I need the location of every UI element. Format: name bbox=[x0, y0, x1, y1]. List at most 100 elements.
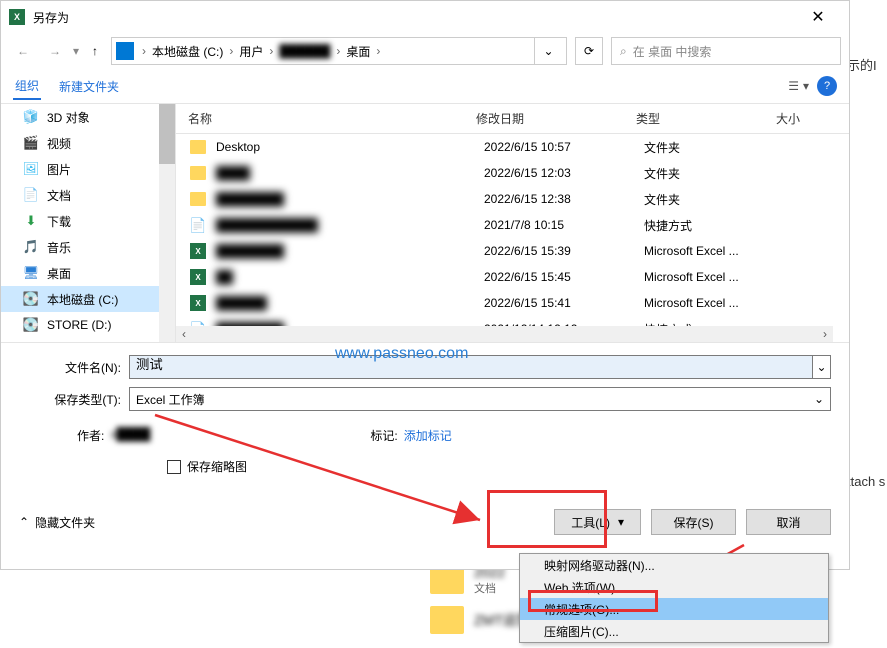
sidebar-item[interactable]: 🖼 图片 bbox=[1, 156, 175, 182]
sidebar-item[interactable]: 🎵音乐 bbox=[1, 234, 175, 260]
file-name: ████████ bbox=[216, 192, 484, 206]
shortcut-icon: 📄 bbox=[189, 217, 206, 234]
organize-button[interactable]: 组织 bbox=[13, 73, 41, 100]
background-text-right: 示的I ttach s bbox=[847, 55, 887, 489]
sidebar-icon: 🎵 bbox=[23, 239, 39, 255]
sidebar-icon: ⬇ bbox=[23, 213, 39, 229]
save-as-dialog: X 另存为 ✕ ← → ▾ ↑ › 本地磁盘 (C:) › 用户 › █████… bbox=[0, 0, 850, 570]
column-size[interactable]: 大小 bbox=[776, 110, 836, 127]
tags-add-link[interactable]: 添加标记 bbox=[404, 427, 452, 444]
column-type[interactable]: 类型 bbox=[636, 110, 776, 127]
breadcrumb-desktop[interactable]: 桌面 bbox=[342, 43, 374, 60]
file-name: ████ bbox=[216, 166, 484, 180]
column-name[interactable]: 名称 bbox=[176, 110, 476, 127]
sidebar: 🧊3D 对象 🎬 视频 🖼 图片 📄文档 ⬇ 下载 🎵音乐 🖥 桌面 💽 本地磁盘 (C:) 💽 STORE… bbox=[1, 104, 176, 342]
excel-icon: X bbox=[190, 269, 206, 285]
help-button[interactable]: ? bbox=[817, 76, 837, 96]
forward-button[interactable]: → bbox=[41, 37, 69, 65]
search-input[interactable]: ⌕ 在 桌面 中搜索 bbox=[611, 37, 841, 65]
file-row[interactable]: Desktop2022/6/15 10:57文件夹 bbox=[176, 134, 849, 160]
sidebar-label: 视频 bbox=[47, 135, 71, 152]
sidebar-scrollbar[interactable] bbox=[159, 104, 175, 342]
breadcrumb-user[interactable]: ██████ bbox=[275, 44, 334, 58]
author-label: 作者: bbox=[77, 427, 104, 444]
filename-input-wrap bbox=[129, 355, 813, 379]
sidebar-item[interactable]: 💽 STORE (D:) bbox=[1, 312, 175, 338]
filename-input[interactable] bbox=[136, 356, 806, 371]
view-options-button[interactable]: ☰▾ bbox=[788, 79, 809, 93]
file-date: 2021/7/8 10:15 bbox=[484, 218, 644, 232]
filename-dropdown[interactable]: ⌄ bbox=[813, 355, 831, 379]
file-type: 文件夹 bbox=[644, 139, 784, 156]
sidebar-item[interactable]: 🎬 视频 bbox=[1, 130, 175, 156]
file-row[interactable]: X██████2022/6/15 15:41Microsoft Excel ..… bbox=[176, 290, 849, 316]
dialog-title: 另存为 bbox=[33, 9, 795, 26]
folder-icon bbox=[190, 166, 206, 180]
file-date: 2022/6/15 15:45 bbox=[484, 270, 644, 284]
menu-item[interactable]: 压缩图片(C)... bbox=[520, 620, 828, 642]
sidebar-label: 桌面 bbox=[47, 265, 71, 282]
horizontal-scrollbar[interactable]: ‹ › bbox=[176, 326, 833, 342]
file-date: 2022/6/15 12:03 bbox=[484, 166, 644, 180]
sidebar-label: 本地磁盘 (C:) bbox=[47, 291, 118, 308]
sidebar-item[interactable]: ⬇ 下载 bbox=[1, 208, 175, 234]
chevron-down-icon: ⌄ bbox=[814, 392, 824, 406]
author-value[interactable]: x████ bbox=[110, 427, 150, 444]
sidebar-icon: 🎬 bbox=[23, 135, 39, 151]
search-icon: ⌕ bbox=[620, 44, 627, 59]
sidebar-item[interactable]: 💽 本地磁盘 (C:) bbox=[1, 286, 175, 312]
save-thumbnail-checkbox[interactable] bbox=[167, 460, 181, 474]
breadcrumb-drive[interactable]: 本地磁盘 (C:) bbox=[148, 43, 227, 60]
hide-folders-button[interactable]: ⌃ 隐藏文件夹 bbox=[19, 514, 544, 531]
file-type: Microsoft Excel ... bbox=[644, 296, 784, 310]
file-name: Desktop bbox=[216, 140, 484, 154]
new-folder-button[interactable]: 新建文件夹 bbox=[57, 74, 121, 99]
file-name: ██████ bbox=[216, 296, 484, 310]
sidebar-icon: 💽 bbox=[23, 291, 39, 307]
filetype-select[interactable]: Excel 工作簿 ⌄ bbox=[129, 387, 831, 411]
file-row[interactable]: X████████2022/6/15 15:39Microsoft Excel … bbox=[176, 238, 849, 264]
cancel-button[interactable]: 取消 bbox=[746, 509, 831, 535]
tools-button[interactable]: 工具(L) ▾ bbox=[554, 509, 641, 535]
sidebar-label: 图片 bbox=[47, 161, 71, 178]
file-date: 2022/6/15 15:39 bbox=[484, 244, 644, 258]
menu-item[interactable]: Web 选项(W)... bbox=[520, 576, 828, 598]
up-button[interactable]: ↑ bbox=[83, 39, 107, 63]
filename-label: 文件名(N): bbox=[19, 359, 129, 376]
sidebar-label: 3D 对象 bbox=[47, 109, 90, 126]
breadcrumb-dropdown[interactable]: ⌄ bbox=[534, 38, 562, 64]
breadcrumb[interactable]: › 本地磁盘 (C:) › 用户 › ██████ › 桌面 › ⌄ bbox=[111, 37, 567, 65]
file-name: ████████████ bbox=[216, 218, 484, 232]
file-row[interactable]: ████2022/6/15 12:03文件夹 bbox=[176, 160, 849, 186]
watermark: www.passneo.com bbox=[335, 345, 468, 363]
folder-icon bbox=[190, 140, 206, 154]
tools-dropdown-menu: 映射网络驱动器(N)...Web 选项(W)...常规选项(G)...压缩图片(… bbox=[519, 553, 829, 643]
refresh-button[interactable]: ⟳ bbox=[575, 37, 603, 65]
file-row[interactable]: 📄████████████2021/7/8 10:15快捷方式 bbox=[176, 212, 849, 238]
sidebar-label: 下载 bbox=[47, 213, 71, 230]
file-name: ██ bbox=[216, 270, 484, 284]
back-button[interactable]: ← bbox=[9, 37, 37, 65]
sidebar-item[interactable]: 🧊3D 对象 bbox=[1, 104, 175, 130]
sidebar-label: STORE (D:) bbox=[47, 318, 111, 332]
close-button[interactable]: ✕ bbox=[795, 1, 841, 33]
file-list: 名称 修改日期 类型 大小 Desktop2022/6/15 10:57文件夹█… bbox=[176, 104, 849, 342]
chevron-up-icon: ⌃ bbox=[19, 515, 29, 529]
dropdown-arrow-icon: ▾ bbox=[618, 515, 624, 529]
sidebar-icon: 💽 bbox=[23, 317, 39, 333]
list-header: 名称 修改日期 类型 大小 bbox=[176, 104, 849, 134]
sidebar-item[interactable]: 🖥 桌面 bbox=[1, 260, 175, 286]
menu-item[interactable]: 映射网络驱动器(N)... bbox=[520, 554, 828, 576]
menu-item[interactable]: 常规选项(G)... bbox=[520, 598, 828, 620]
sidebar-item[interactable]: 📄文档 bbox=[1, 182, 175, 208]
file-row[interactable]: X██2022/6/15 15:45Microsoft Excel ... bbox=[176, 264, 849, 290]
sidebar-icon: 🖼 bbox=[23, 161, 39, 177]
file-date: 2022/6/15 12:38 bbox=[484, 192, 644, 206]
sidebar-icon: 🖥 bbox=[23, 265, 39, 281]
file-row[interactable]: ████████2022/6/15 12:38文件夹 bbox=[176, 186, 849, 212]
column-date[interactable]: 修改日期 bbox=[476, 110, 636, 127]
breadcrumb-users[interactable]: 用户 bbox=[235, 43, 267, 60]
file-type: 文件夹 bbox=[644, 165, 784, 182]
save-button[interactable]: 保存(S) bbox=[651, 509, 736, 535]
filetype-label: 保存类型(T): bbox=[19, 391, 129, 408]
